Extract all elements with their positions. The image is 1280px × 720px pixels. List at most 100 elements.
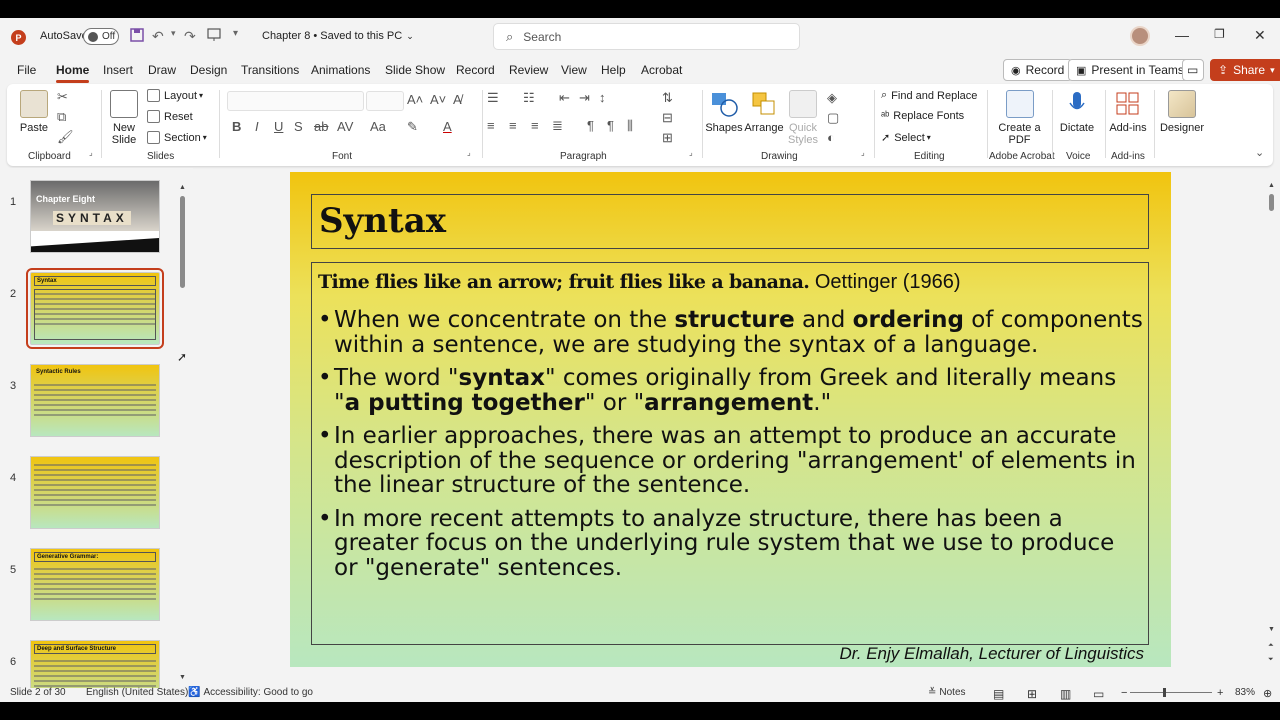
clipboard-launcher-icon[interactable]: ⌟ <box>89 148 93 157</box>
tab-record[interactable]: Record <box>456 63 495 77</box>
ltr-icon[interactable]: ¶ <box>587 118 594 133</box>
close-icon[interactable]: ✕ <box>1254 27 1266 44</box>
shapes-button[interactable]: Shapes <box>705 90 743 134</box>
tab-acrobat[interactable]: Acrobat <box>641 63 682 77</box>
strikethrough-icon[interactable]: ab <box>314 119 328 134</box>
undo-icon[interactable]: ↶ <box>152 28 164 45</box>
bullets-icon[interactable]: ☰ <box>487 90 499 106</box>
previous-slide-icon[interactable]: ⏶ <box>1268 642 1274 650</box>
save-icon[interactable] <box>130 28 144 42</box>
tab-view[interactable]: View <box>561 63 587 77</box>
bold-icon[interactable]: B <box>232 119 241 134</box>
change-case-icon[interactable]: Aa <box>370 119 386 134</box>
underline-icon[interactable]: U <box>274 119 283 134</box>
scroll-up-icon[interactable]: ▲ <box>179 184 186 191</box>
avatar[interactable] <box>1130 26 1150 46</box>
tab-review[interactable]: Review <box>509 63 548 77</box>
minimize-icon[interactable]: — <box>1175 27 1189 43</box>
increase-indent-icon[interactable]: ⇥ <box>579 90 590 106</box>
character-spacing-icon[interactable]: AV <box>337 119 353 134</box>
normal-view-icon[interactable]: ▤ <box>993 687 1004 701</box>
tab-help[interactable]: Help <box>601 63 626 77</box>
align-text-icon[interactable]: ⊟ <box>662 110 673 126</box>
decrease-indent-icon[interactable]: ⇤ <box>559 90 570 106</box>
slide-show-icon[interactable]: ▭ <box>1093 687 1104 701</box>
numbering-icon[interactable]: ☷ <box>523 90 535 106</box>
justify-icon[interactable]: ≣ <box>552 118 563 134</box>
add-ins-button[interactable]: Add-ins <box>1107 90 1149 134</box>
shape-effects-icon[interactable]: ◐ <box>827 130 835 145</box>
slide-thumbnail-6[interactable]: Deep and Surface Structure <box>30 640 160 688</box>
align-left-icon[interactable]: ≡ <box>487 118 495 133</box>
scroll-down-icon[interactable]: ▼ <box>1268 626 1275 633</box>
slide-thumbnail-2[interactable]: Syntax <box>26 268 164 349</box>
slide-canvas[interactable]: Syntax Time flies like an arrow; fruit f… <box>290 172 1171 667</box>
italic-icon[interactable]: I <box>255 119 259 134</box>
collapse-ribbon-icon[interactable]: ⌄ <box>1255 146 1264 159</box>
format-painter-icon[interactable]: 🖌 <box>57 129 74 145</box>
replace-fonts-button[interactable]: ᵃᵇ Replace Fonts <box>881 110 964 122</box>
drawing-launcher-icon[interactable]: ⌟ <box>861 148 865 157</box>
dictate-button[interactable]: Dictate <box>1057 90 1097 134</box>
tab-design[interactable]: Design <box>190 63 227 77</box>
line-spacing-icon[interactable]: ↕ <box>599 90 606 105</box>
layout-button[interactable]: Layout ▾ <box>147 89 203 102</box>
next-slide-icon[interactable]: ⏷ <box>1268 656 1274 664</box>
tab-file[interactable]: File <box>17 63 36 77</box>
increase-font-icon[interactable]: A˄ <box>407 92 423 107</box>
highlight-icon[interactable]: ✎ <box>407 119 418 135</box>
scroll-thumb[interactable] <box>180 196 185 288</box>
clear-format-icon[interactable]: A̸ <box>453 92 462 107</box>
new-slide-button[interactable]: New Slide <box>107 90 141 146</box>
undo-dropdown-icon[interactable]: ▾ <box>171 28 176 39</box>
font-color-icon[interactable]: A <box>443 119 452 134</box>
decrease-font-icon[interactable]: A˅ <box>430 92 446 107</box>
zoom-slider[interactable] <box>1130 692 1212 693</box>
select-button[interactable]: ➚ Select ▾ <box>881 131 931 145</box>
rtl-icon[interactable]: ¶ <box>607 118 614 133</box>
zoom-in-icon[interactable]: + <box>1217 687 1223 699</box>
shape-outline-icon[interactable]: ▢ <box>827 110 839 126</box>
reading-view-icon[interactable]: ▥ <box>1060 687 1071 701</box>
smartart-icon[interactable]: ⊞ <box>662 130 673 146</box>
zoom-level[interactable]: 83% <box>1235 687 1255 698</box>
slide-thumbnail-3[interactable]: Syntactic Rules <box>30 364 160 437</box>
redo-icon[interactable]: ↷ <box>184 28 196 45</box>
font-size-combo[interactable] <box>366 91 404 111</box>
slide-thumbnail-1[interactable]: Chapter Eight SYNTAX <box>30 180 160 253</box>
arrange-button[interactable]: Arrange <box>744 90 784 134</box>
notes-button[interactable]: ≚ Notes <box>928 687 966 698</box>
font-launcher-icon[interactable]: ⌟ <box>467 148 471 157</box>
customize-qat-icon[interactable]: ▾ <box>233 28 238 39</box>
tab-animations[interactable]: Animations <box>311 63 370 77</box>
align-right-icon[interactable]: ≡ <box>531 118 539 133</box>
restore-icon[interactable]: ❐ <box>1214 27 1225 41</box>
scroll-down-icon[interactable]: ▼ <box>179 674 186 681</box>
font-name-combo[interactable] <box>227 91 364 111</box>
paragraph-launcher-icon[interactable]: ⌟ <box>689 148 693 157</box>
slide-sorter-icon[interactable]: ⊞ <box>1027 687 1037 701</box>
language-indicator[interactable]: English (United States) <box>86 687 188 698</box>
slide-title-placeholder[interactable]: Syntax <box>311 194 1149 249</box>
fit-to-window-icon[interactable]: ⊕ <box>1263 687 1272 700</box>
tab-transitions[interactable]: Transitions <box>241 63 299 77</box>
paste-button[interactable]: Paste <box>19 90 49 134</box>
slide-thumbnail-5[interactable]: Generative Grammar: <box>30 548 160 621</box>
thumbnail-scrollbar[interactable]: ▲ ▼ <box>179 184 187 693</box>
shadow-icon[interactable]: S <box>294 119 303 134</box>
slide-body-placeholder[interactable]: Time flies like an arrow; fruit flies li… <box>311 262 1149 645</box>
create-pdf-button[interactable]: Create a PDF <box>997 90 1042 146</box>
text-direction-icon[interactable]: ⇅ <box>662 90 673 106</box>
shape-fill-icon[interactable]: ◈ <box>827 90 837 106</box>
document-title[interactable]: Chapter 8 • Saved to this PC ⌄ <box>262 30 414 42</box>
record-button[interactable]: ◉ Record <box>1003 59 1073 81</box>
section-button[interactable]: Section ▾ <box>147 131 207 144</box>
autosave-toggle[interactable]: Off <box>83 28 119 45</box>
present-from-start-icon[interactable] <box>207 28 221 42</box>
find-and-replace-button[interactable]: ⌕ Find and Replace <box>881 89 977 102</box>
share-button[interactable]: ⇪ Share ▾ <box>1210 59 1280 81</box>
zoom-slider-knob[interactable] <box>1163 688 1166 697</box>
tab-home[interactable]: Home <box>56 63 90 83</box>
tab-insert[interactable]: Insert <box>103 63 133 77</box>
accessibility-checker[interactable]: ♿ Accessibility: Good to go <box>188 687 313 698</box>
